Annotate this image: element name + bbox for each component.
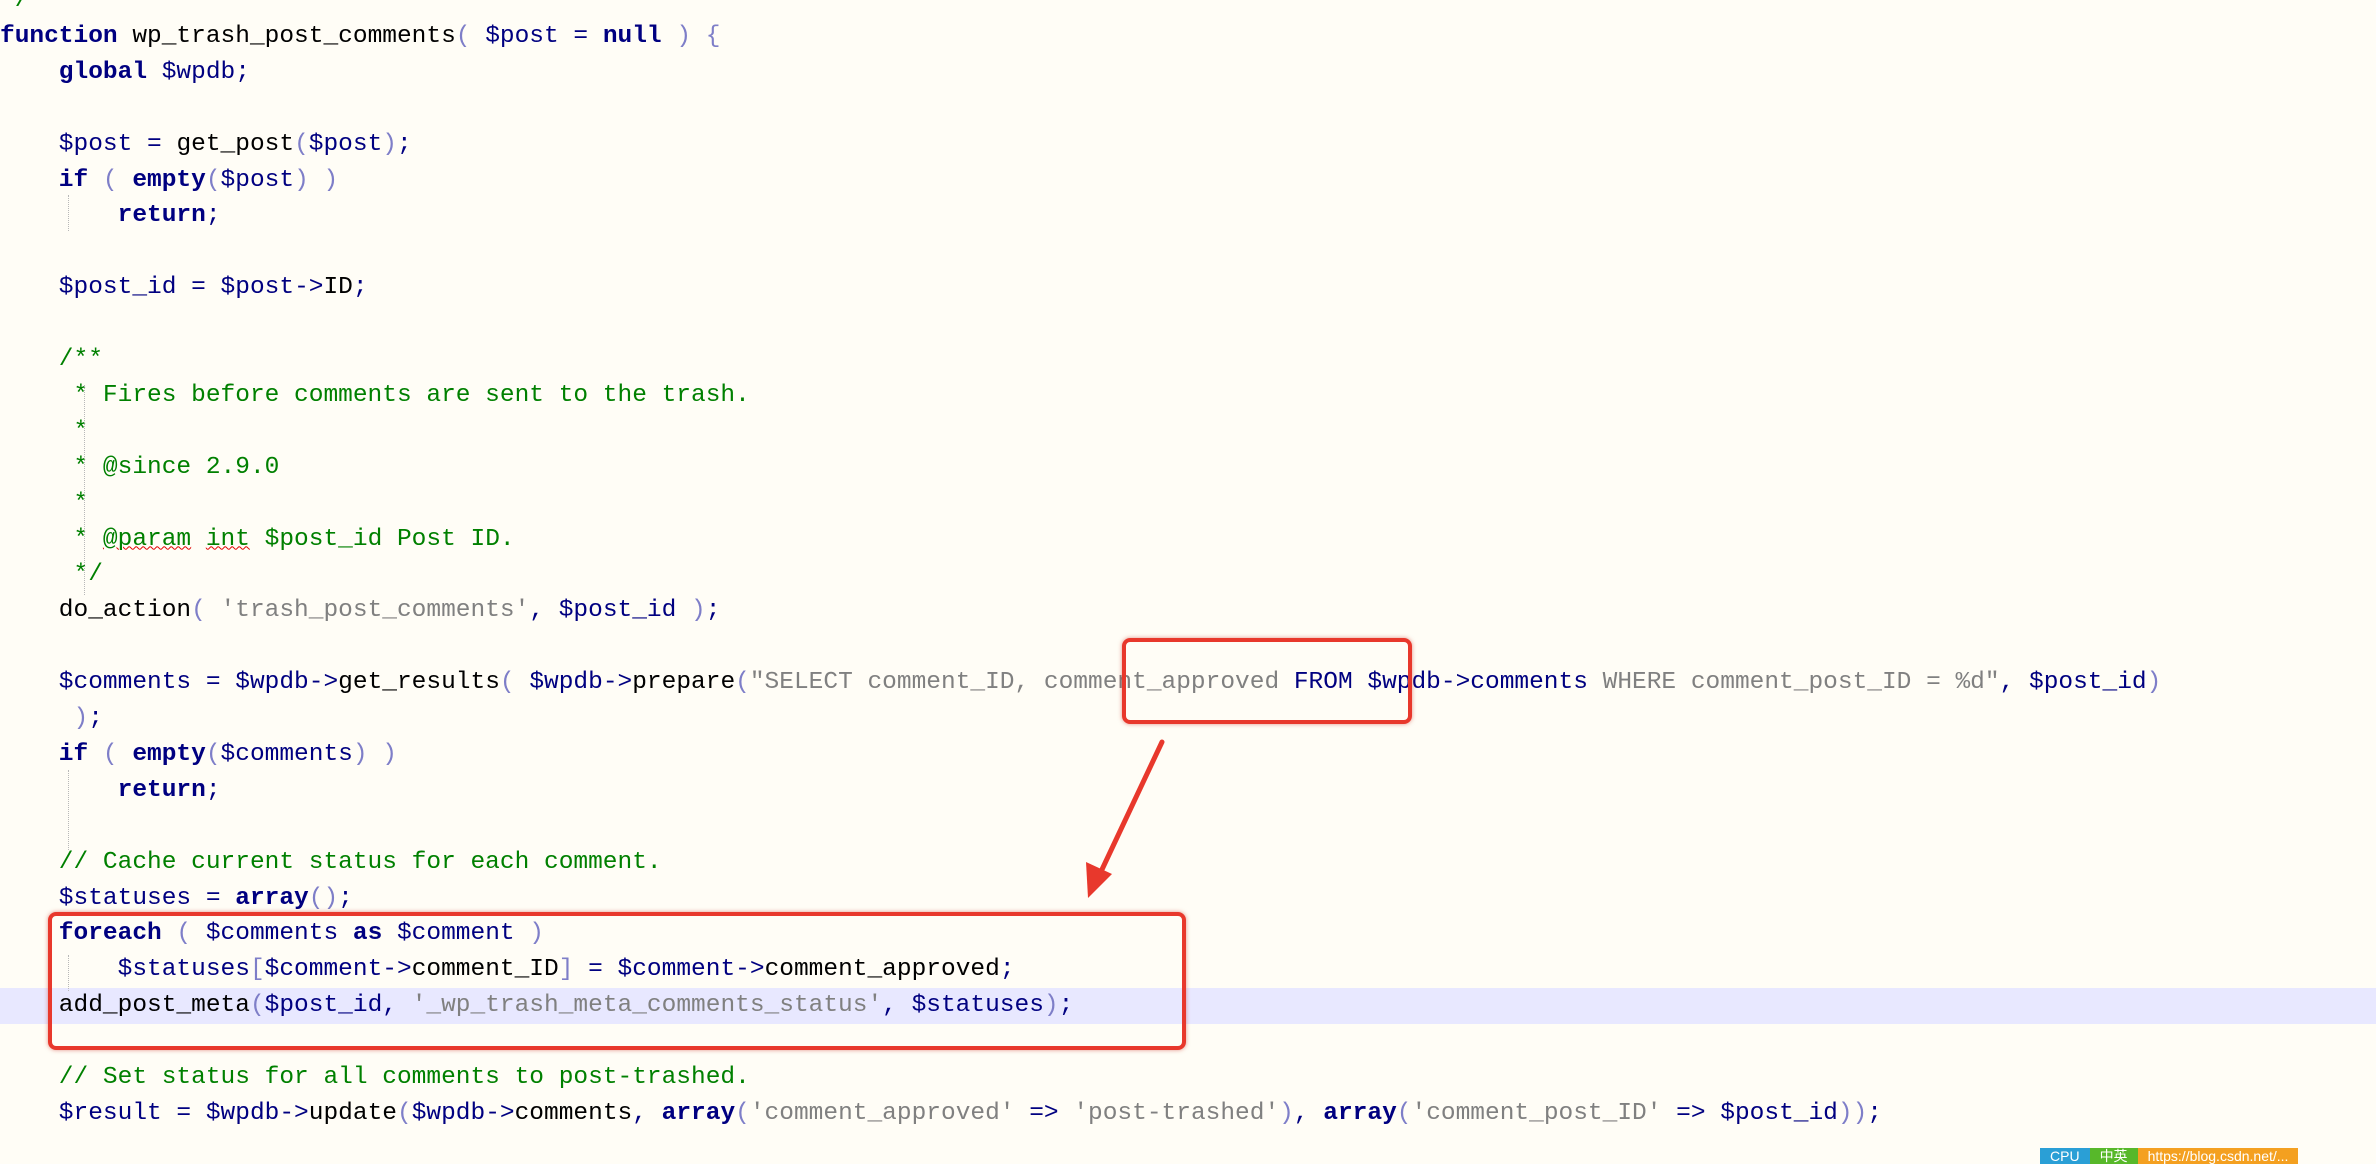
tray-item[interactable]: 中英 — [2089, 1148, 2138, 1164]
tray-item[interactable]: CPU — [2040, 1148, 2090, 1164]
taskbar-tray: CPU 中英 https://blog.csdn.net/... — [2040, 1148, 2376, 1164]
annotation-arrow — [1086, 739, 1165, 898]
code-editor[interactable]: */function wp_trash_post_comments( $post… — [0, 0, 2376, 1164]
tray-item[interactable]: https://blog.csdn.net/... — [2137, 1148, 2299, 1164]
